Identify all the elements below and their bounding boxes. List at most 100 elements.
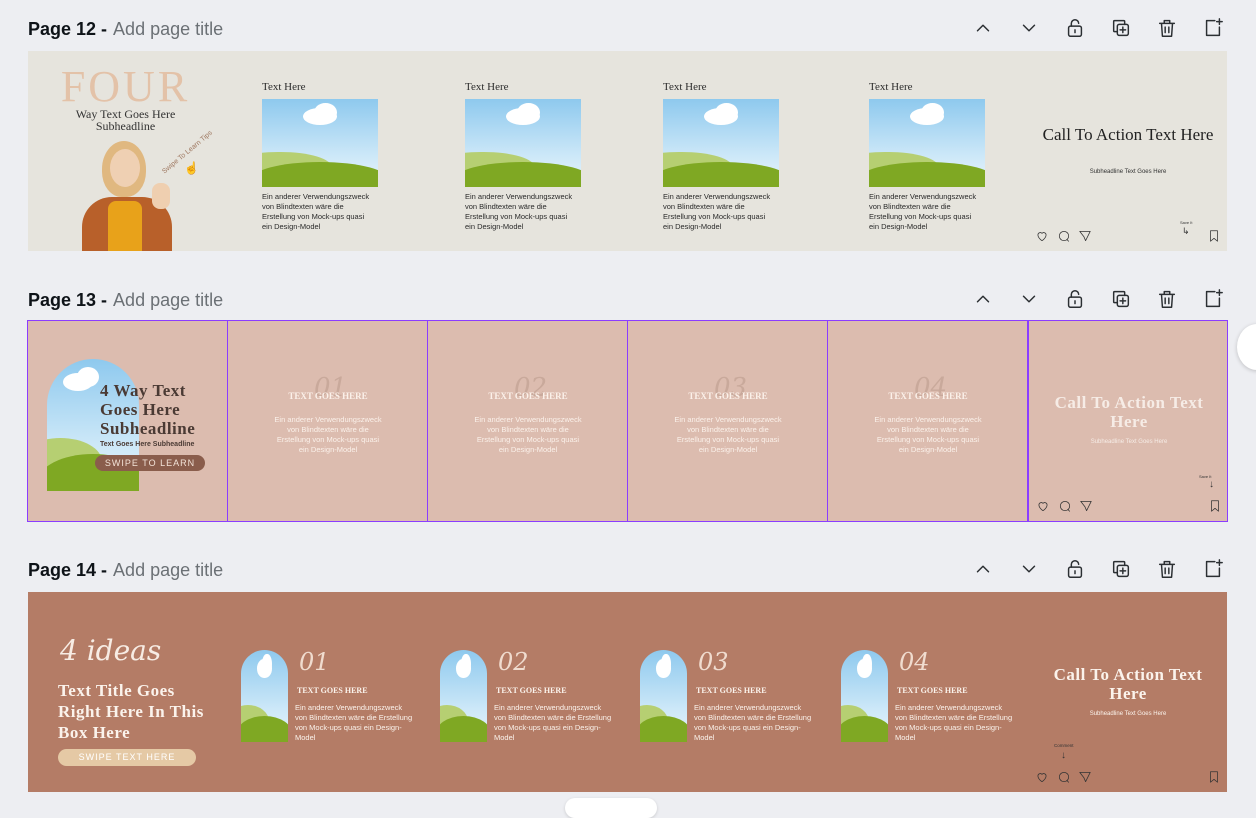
lock-button[interactable] (1062, 286, 1088, 312)
swipe-text-button[interactable]: SWIPE TEXT HERE (58, 749, 196, 766)
arrow-right-icon: ↳ (1182, 226, 1190, 236)
chevron-down-icon (1022, 565, 1036, 573)
card-number: 04 (899, 648, 930, 676)
add-page-button[interactable] (1200, 556, 1226, 582)
hero-slide[interactable]: FOUR Way Text Goes Here Subheadline Swip… (28, 51, 223, 251)
landscape-image (241, 650, 288, 742)
heart-icon (1035, 229, 1049, 243)
card-title: TEXT GOES HERE (496, 686, 567, 695)
page-scroll-handle[interactable] (565, 798, 657, 818)
bookmark-icon (1208, 499, 1222, 513)
hero-big-text: FOUR (60, 62, 191, 111)
lock-button[interactable] (1062, 15, 1088, 41)
page-13-canvas[interactable]: 4 Way Text Goes Here Subheadline Text Go… (27, 320, 1228, 522)
content-card[interactable]: Text Here Ein anderer Verwendungszweck vo… (663, 51, 783, 251)
page-header-14: Page 14 - Add page title (28, 558, 223, 582)
content-card[interactable]: 01 TEXT GOES HERE Ein anderer Verwendungsz… (241, 592, 421, 792)
heart-icon (1035, 770, 1049, 784)
trash-icon (1158, 290, 1176, 308)
landscape-image (640, 650, 687, 742)
hero-slide[interactable]: 4 Way Text Goes Here Subheadline Text Go… (28, 321, 228, 521)
add-page-button[interactable] (1200, 15, 1226, 41)
content-card[interactable]: 02 TEXT GOES HERE Ein anderer Verwendungsz… (440, 592, 620, 792)
page-title-input[interactable]: Add page title (113, 19, 223, 40)
cta-slide[interactable]: Call To Action Text Here Subheadline Tex… (1028, 321, 1227, 521)
duplicate-icon (1112, 290, 1130, 308)
cta-subheadline: Subheadline Text Goes Here (1090, 439, 1168, 445)
slide-title: TEXT GOES HERE (688, 391, 768, 401)
delete-button[interactable] (1154, 15, 1180, 41)
hero-subheadline: Text Goes Here Subheadline (100, 441, 195, 448)
content-card[interactable]: Text Here Ein anderer Verwendungszweck vo… (465, 51, 585, 251)
send-icon (1078, 770, 1092, 784)
page-toolbar-14 (970, 557, 1226, 581)
content-card[interactable]: Text Here Ein anderer Verwendungszweck vo… (262, 51, 382, 251)
comment-icon (1058, 499, 1072, 513)
page-toolbar-13 (970, 287, 1226, 311)
delete-button[interactable] (1154, 286, 1180, 312)
move-down-button[interactable] (1016, 286, 1042, 312)
swipe-to-learn-button[interactable]: SWIPE TO LEARN (95, 455, 205, 471)
slide-body: Ein anderer Verwendungszweck von Blindte… (274, 415, 382, 454)
move-up-button[interactable] (970, 556, 996, 582)
duplicate-button[interactable] (1108, 556, 1134, 582)
comment-icon (1057, 770, 1071, 784)
add-page-icon (1205, 18, 1223, 37)
content-slide[interactable]: 01 TEXT GOES HERE Ein anderer Verwendungsz… (228, 321, 428, 521)
move-down-button[interactable] (1016, 15, 1042, 41)
hero-title: Text Title Goes Right Here In This Box H… (58, 681, 204, 742)
content-slide[interactable]: 02 TEXT GOES HERE Ein anderer Verwendungsz… (428, 321, 628, 521)
page-14-canvas[interactable]: 4 ideas Text Title Goes Right Here In Th… (28, 592, 1227, 792)
content-card[interactable]: Text Here Ein anderer Verwendungszweck vo… (869, 51, 989, 251)
card-body: Ein anderer Verwendungszweck von Blindte… (262, 192, 370, 231)
hero-title: 4 Way Text Goes Here Subheadline (100, 381, 196, 438)
side-panel-handle[interactable] (1237, 324, 1256, 370)
card-number: 01 (299, 648, 330, 676)
page-number: Page 13 - (28, 289, 108, 310)
cta-text: Call To Action Text Here (1053, 665, 1203, 703)
chevron-down-icon (1022, 295, 1036, 303)
lock-icon (1067, 560, 1083, 578)
cta-subheadline: Subheadline Text Goes Here (1089, 169, 1167, 175)
duplicate-icon (1112, 19, 1130, 37)
page-12-canvas[interactable]: FOUR Way Text Goes Here Subheadline Swip… (28, 51, 1227, 251)
move-up-button[interactable] (970, 15, 996, 41)
card-number: 03 (698, 648, 729, 676)
landscape-image (841, 650, 888, 742)
slide-title: TEXT GOES HERE (888, 391, 968, 401)
script-heading: 4 ideas (60, 634, 162, 667)
card-body: Ein anderer Verwendungszweck von Blindte… (465, 192, 573, 231)
arrow-down-icon: ↓ (1209, 479, 1214, 490)
add-page-button[interactable] (1200, 286, 1226, 312)
lock-icon (1067, 19, 1083, 37)
duplicate-button[interactable] (1108, 15, 1134, 41)
card-title: TEXT GOES HERE (897, 686, 968, 695)
trash-icon (1158, 19, 1176, 37)
landscape-image (440, 650, 487, 742)
page-header-13: Page 13 - Add page title (28, 288, 223, 312)
content-card[interactable]: 04 TEXT GOES HERE Ein anderer Verwendungsz… (841, 592, 1021, 792)
content-slide[interactable]: 03 TEXT GOES HERE Ein anderer Verwendungsz… (628, 321, 828, 521)
save-label: Save It (1180, 220, 1193, 225)
slide-title: TEXT GOES HERE (288, 391, 368, 401)
page-number: Page 14 - (28, 559, 108, 580)
content-card[interactable]: 03 TEXT GOES HERE Ein anderer Verwendungsz… (640, 592, 820, 792)
landscape-image (262, 99, 378, 187)
bookmark-icon (1207, 229, 1221, 243)
content-slide[interactable]: 04 TEXT GOES HERE Ein anderer Verwendungsz… (828, 321, 1028, 521)
card-body: Ein anderer Verwendungszweck von Blindte… (663, 192, 771, 231)
landscape-image (869, 99, 985, 187)
add-page-icon (1205, 289, 1223, 308)
bookmark-icon (1207, 770, 1221, 784)
page-title-input[interactable]: Add page title (113, 290, 223, 311)
page-title-input[interactable]: Add page title (113, 560, 223, 581)
lock-button[interactable] (1062, 556, 1088, 582)
send-icon (1078, 229, 1092, 243)
chevron-up-icon (976, 295, 990, 303)
move-up-button[interactable] (970, 286, 996, 312)
send-icon (1079, 499, 1093, 513)
duplicate-button[interactable] (1108, 286, 1134, 312)
move-down-button[interactable] (1016, 556, 1042, 582)
delete-button[interactable] (1154, 556, 1180, 582)
card-body: Ein anderer Verwendungszweck von Blindte… (494, 703, 612, 742)
